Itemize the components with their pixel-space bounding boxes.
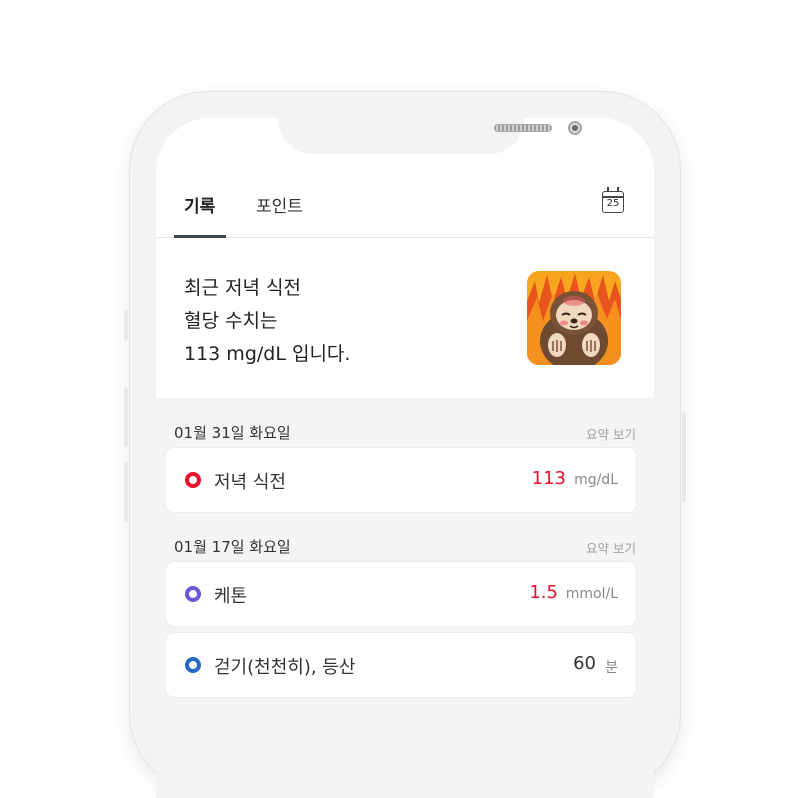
- front-camera: [568, 121, 582, 135]
- glucose-summary: 최근 저녁 식전 혈당 수치는 113 mg/dL 입니다.: [156, 238, 654, 398]
- calendar-icon[interactable]: 25: [602, 187, 624, 213]
- summary-link[interactable]: 요약 보기: [586, 538, 636, 557]
- record-list: 01월 31일 화요일 요약 보기 저녁 식전 113 mg/dL 01월 17…: [156, 398, 654, 798]
- volume-down-button: [124, 462, 128, 522]
- app-screen: 기록 포인트 25 최근 저녁 식전 혈당 수치는 113 mg/dL 입니다.: [156, 118, 654, 798]
- dinner-before-dot-icon: [185, 472, 201, 488]
- record-value: 1.5: [529, 582, 558, 603]
- calendar-day: 25: [606, 198, 620, 209]
- hero-line-2: 혈당 수치는: [184, 310, 278, 332]
- tab-points[interactable]: 포인트: [256, 192, 303, 217]
- record-value: 113: [531, 468, 566, 489]
- record-unit: mmol/L: [565, 586, 618, 602]
- record-card[interactable]: 저녁 식전 113 mg/dL: [166, 448, 636, 512]
- speaker-grille: [494, 124, 552, 132]
- hero-line-1: 최근 저녁 식전: [184, 277, 301, 299]
- record-unit: mg/dL: [574, 472, 618, 488]
- hero-line-3: 113 mg/dL 입니다.: [184, 343, 351, 365]
- summary-link[interactable]: 요약 보기: [586, 424, 636, 443]
- volume-up-button: [124, 387, 128, 447]
- record-card[interactable]: 걷기(천천히), 등산 60 분: [166, 633, 636, 697]
- date-header: 01월 31일 화요일: [174, 424, 291, 442]
- record-label: 저녁 식전: [214, 472, 286, 493]
- ketone-dot-icon: [185, 586, 201, 602]
- date-header: 01월 17일 화요일: [174, 538, 291, 556]
- record-card[interactable]: 케톤 1.5 mmol/L: [166, 562, 636, 626]
- phone-notch: [278, 118, 582, 154]
- power-button: [682, 412, 686, 502]
- record-unit: 분: [605, 660, 618, 676]
- mute-switch: [124, 310, 128, 340]
- phone-frame: 기록 포인트 25 최근 저녁 식전 혈당 수치는 113 mg/dL 입니다.: [124, 92, 686, 798]
- record-label: 걷기(천천히), 등산: [214, 657, 356, 678]
- tab-records[interactable]: 기록: [184, 192, 215, 217]
- tab-bar: 기록 포인트 25: [156, 182, 654, 238]
- exercise-dot-icon: [185, 657, 201, 673]
- record-value: 60: [573, 653, 596, 674]
- sloth-character-illustration: [527, 271, 621, 365]
- record-label: 케톤: [214, 586, 248, 607]
